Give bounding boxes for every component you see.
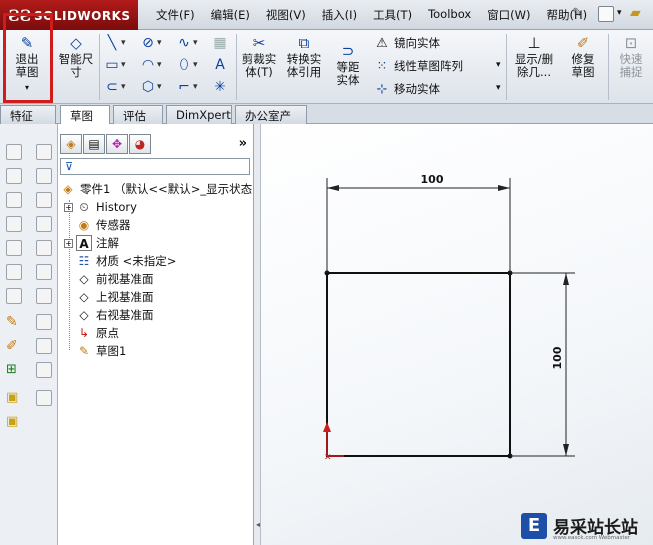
height-dimension-label[interactable]: 100: [551, 346, 564, 369]
width-dimension-label[interactable]: 100: [421, 173, 444, 186]
height-dimension[interactable]: 100: [510, 272, 575, 457]
svg-text:✕: ✕: [324, 453, 332, 463]
sketch-square[interactable]: [326, 272, 511, 457]
width-dimension[interactable]: 100: [326, 173, 511, 273]
watermark-url: www.easck.com Webmaster: [553, 535, 631, 541]
sketch-canvas[interactable]: 100 100 ✕: [0, 0, 653, 545]
watermark-icon: E: [521, 513, 547, 539]
watermark-logo: E 易采站长站 www.easck.com Webmaster: [521, 511, 653, 545]
